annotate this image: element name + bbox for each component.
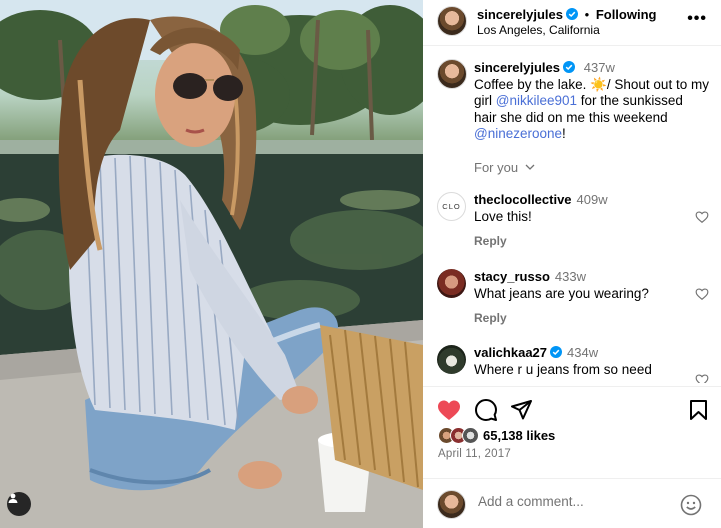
reply-button[interactable]: Reply <box>474 234 507 248</box>
comment-text: What jeans are you wearing? <box>474 285 649 301</box>
like-heart-icon[interactable] <box>437 399 461 421</box>
chevron-down-icon <box>525 164 535 170</box>
add-comment-bar <box>423 478 721 528</box>
comment-avatar[interactable] <box>437 269 466 298</box>
mention-link[interactable]: @nikkilee901 <box>496 93 577 108</box>
verified-badge-icon <box>566 8 578 20</box>
comment-text: Love this! <box>474 208 532 224</box>
caption-author-avatar[interactable] <box>437 59 467 89</box>
reply-button[interactable]: Reply <box>474 311 507 325</box>
mention-link[interactable]: @ninezeroone <box>474 126 562 141</box>
tagged-users-button[interactable] <box>7 492 31 516</box>
like-comment-heart-icon[interactable] <box>695 210 709 224</box>
user-icon <box>8 493 18 503</box>
post-sidebar: sincerelyjules • Following Los Angeles, … <box>423 0 721 528</box>
comment: theclocollective 409w Love this! <box>474 192 608 225</box>
caption-text-1: Coffee by the lake. <box>474 76 591 92</box>
post-actions: 65,138 likes April 11, 2017 <box>423 386 721 528</box>
comment-avatar[interactable] <box>437 345 466 374</box>
header-title-row: sincerelyjules • Following <box>477 7 656 22</box>
comment-username[interactable]: valichkaa27 <box>474 345 547 360</box>
photo-illustration <box>0 0 423 528</box>
comment-text: Where r u jeans from so need <box>474 361 652 377</box>
comments-list[interactable]: sincerelyjules 437w Coffee by the lake. … <box>423 47 721 383</box>
avatar-logo-text: CLO <box>442 202 461 211</box>
caption: sincerelyjules 437w Coffee by the lake. … <box>474 60 709 143</box>
like-comment-heart-icon[interactable] <box>695 287 709 301</box>
post-location[interactable]: Los Angeles, California <box>477 23 600 37</box>
comment-username[interactable]: theclocollective <box>474 192 572 207</box>
comment: stacy_russo 433w What jeans are you weari… <box>474 269 649 302</box>
post-header: sincerelyjules • Following Los Angeles, … <box>423 0 721 46</box>
comment: valichkaa27 434w Where r u jeans from so … <box>474 345 652 378</box>
for-you-filter[interactable]: For you <box>474 160 535 175</box>
verified-badge-icon <box>563 61 575 73</box>
header-separator: • <box>584 7 590 22</box>
post-date[interactable]: April 11, 2017 <box>438 448 511 460</box>
comment-age[interactable]: 409w <box>577 192 608 207</box>
comment-avatar[interactable]: CLO <box>437 192 466 221</box>
current-user-avatar <box>437 490 466 519</box>
sun-emoji: ☀️ <box>590 76 607 92</box>
save-bookmark-icon[interactable] <box>690 400 707 420</box>
comment-age[interactable]: 434w <box>567 345 598 360</box>
emoji-smiley-icon[interactable] <box>680 494 702 516</box>
share-paper-plane-icon[interactable] <box>511 400 532 420</box>
like-comment-heart-icon[interactable] <box>695 373 709 383</box>
liker-avatar <box>462 427 479 444</box>
following-button[interactable]: Following <box>596 7 657 22</box>
author-avatar[interactable] <box>437 6 467 36</box>
caption-text-4: ! <box>562 126 566 141</box>
more-options-button[interactable]: ••• <box>687 10 707 28</box>
add-comment-input[interactable] <box>478 494 668 509</box>
caption-username[interactable]: sincerelyjules <box>474 60 560 75</box>
caption-age[interactable]: 437w <box>584 60 615 75</box>
author-username[interactable]: sincerelyjules <box>477 7 563 22</box>
likes-count[interactable]: 65,138 likes <box>483 428 555 443</box>
verified-badge-icon <box>550 346 563 358</box>
comment-age[interactable]: 433w <box>555 269 586 284</box>
comment-username[interactable]: stacy_russo <box>474 269 550 284</box>
post-photo[interactable] <box>0 0 423 528</box>
comment-icon[interactable] <box>475 399 497 421</box>
likes-summary[interactable]: 65,138 likes <box>438 427 555 444</box>
for-you-label: For you <box>474 160 519 175</box>
